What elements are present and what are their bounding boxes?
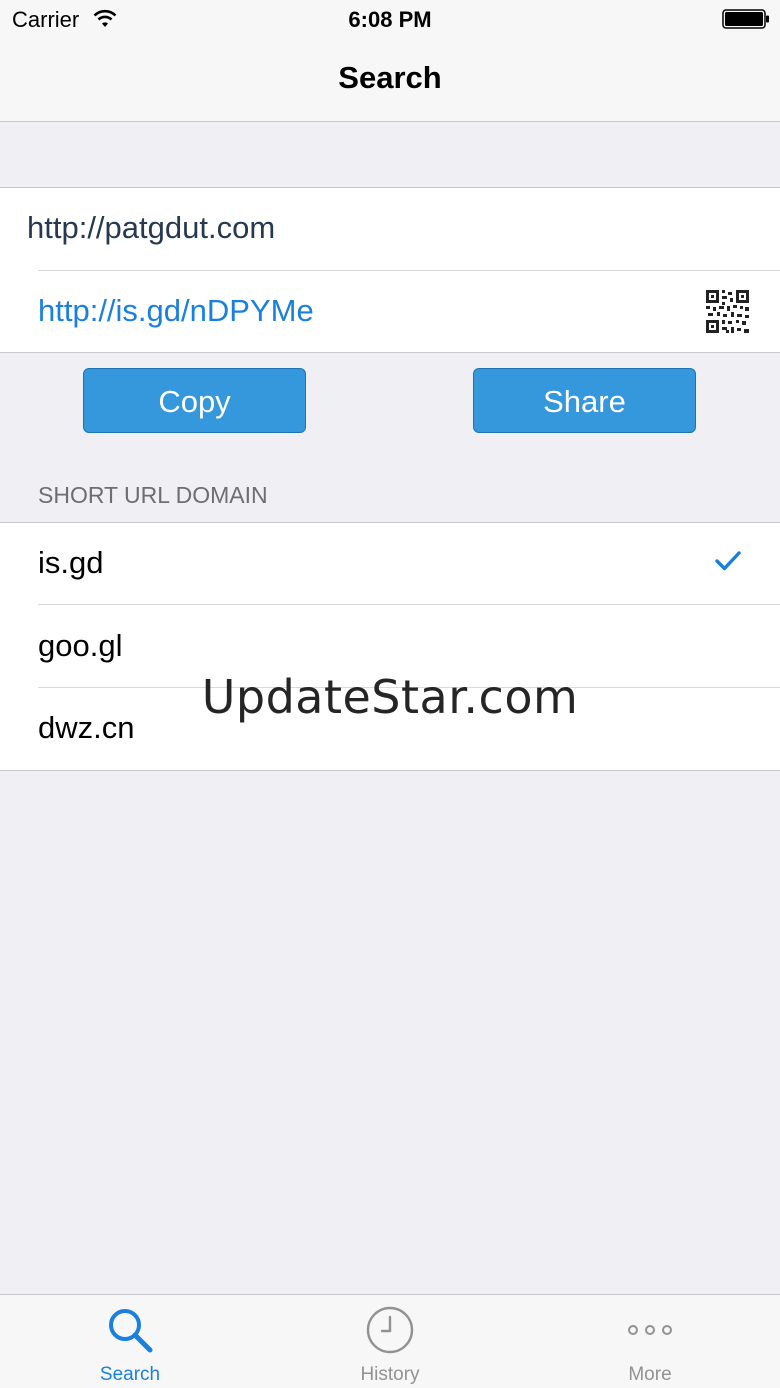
tab-bar: Search History More: [0, 1294, 780, 1388]
domain-label: is.gd: [38, 545, 104, 580]
tab-label: More: [628, 1364, 672, 1385]
row-separator: [38, 604, 780, 605]
domain-list: is.gd goo.gl dwz.cn: [0, 522, 780, 771]
status-time: 6:08 PM: [348, 7, 432, 32]
url-group: http://patgdut.com http://is.gd/nDPYMe: [0, 187, 780, 353]
tab-label: Search: [99, 1364, 161, 1385]
magnifier-icon: [109, 1309, 153, 1353]
short-url-link[interactable]: http://is.gd/nDPYMe: [38, 293, 314, 329]
watermark: UpdateStar.com: [201, 670, 579, 724]
tab-search[interactable]: Search: [0, 1295, 260, 1388]
qr-code-icon[interactable]: [706, 290, 749, 333]
status-bar: Carrier 6:08 PM: [0, 0, 780, 40]
section-header-short-url-domain: SHORT URL DOMAIN: [38, 482, 268, 508]
share-button[interactable]: Share: [473, 368, 696, 433]
long-url-field[interactable]: http://patgdut.com: [27, 210, 275, 246]
url-separator: [38, 270, 780, 271]
clock-icon: [366, 1306, 414, 1354]
more-dots-icon: [628, 1325, 672, 1335]
tab-history[interactable]: History: [260, 1295, 520, 1388]
tab-more[interactable]: More: [520, 1295, 780, 1388]
copy-button[interactable]: Copy: [83, 368, 306, 433]
tab-label: History: [360, 1364, 420, 1385]
battery-icon: [722, 9, 769, 29]
domain-label: goo.gl: [38, 628, 123, 663]
navigation-bar: Search: [0, 40, 780, 122]
checkmark-icon: [715, 551, 741, 571]
domain-row-isgd[interactable]: is.gd: [0, 523, 780, 605]
page-title: Search: [338, 60, 442, 95]
